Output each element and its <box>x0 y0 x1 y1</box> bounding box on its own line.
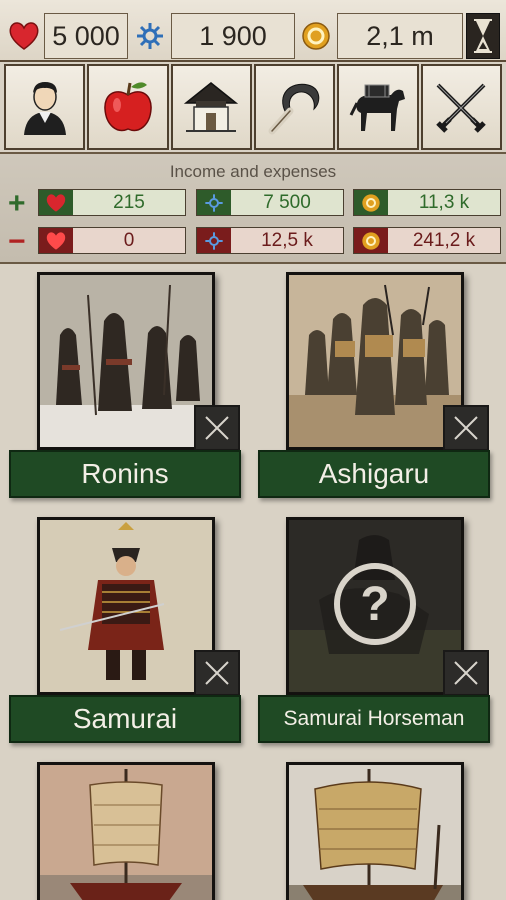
income-crest: 7 500 <box>196 189 344 216</box>
resource-bar: 5 000 1 900 2,1 m <box>0 0 506 62</box>
plus-icon: + <box>8 187 26 220</box>
farming-menu-button[interactable] <box>253 64 336 150</box>
unit-button-samurai-horseman[interactable]: Samurai Horseman <box>258 695 490 743</box>
unit-portrait-samurai-horseman[interactable]: ? <box>286 517 464 695</box>
sickle-icon <box>268 83 319 135</box>
health-counter: 5 000 <box>44 13 128 59</box>
income-gold: 11,3 k <box>353 189 501 216</box>
person-icon <box>23 82 66 135</box>
unit-portrait-ship-2[interactable] <box>286 762 464 900</box>
unit-button-samurai[interactable]: Samurai <box>9 695 241 743</box>
house-icon <box>184 82 239 132</box>
close-icon <box>454 416 478 440</box>
unit-portrait-ashigaru[interactable] <box>286 272 464 450</box>
crossed-swords-icon <box>436 83 487 133</box>
food-menu-button[interactable] <box>87 64 169 150</box>
heart-icon <box>39 228 73 253</box>
crest-icon <box>197 190 231 215</box>
close-icon <box>205 416 229 440</box>
crest-icon <box>197 228 231 253</box>
gold-coin-icon <box>297 13 335 59</box>
close-icon <box>205 661 229 685</box>
apple-icon <box>104 82 152 131</box>
unit-button-ashigaru[interactable]: Ashigaru <box>258 450 490 498</box>
buildings-menu-button[interactable] <box>170 64 252 150</box>
main-menu <box>4 64 502 150</box>
dismiss-samurai-button[interactable] <box>194 650 240 696</box>
expense-gold: 241,2 k <box>353 227 501 254</box>
income-title: Income and expenses <box>169 162 337 181</box>
minus-icon: − <box>8 225 26 258</box>
income-health-value: 215 <box>73 190 185 215</box>
income-gold-value: 11,3 k <box>388 190 500 215</box>
unit-portrait-samurai[interactable] <box>37 517 215 695</box>
expense-gold-value: 241,2 k <box>388 228 500 253</box>
expense-health-value: 0 <box>73 228 185 253</box>
income-health: 215 <box>38 189 186 216</box>
unit-portrait-ronins[interactable] <box>37 272 215 450</box>
income-expenses-panel: Income and expenses + 215 7 500 11,3 k −… <box>0 152 506 264</box>
crest-counter: 1 900 <box>171 13 295 59</box>
dismiss-ashigaru-button[interactable] <box>443 405 489 451</box>
trade-menu-button[interactable] <box>337 64 419 150</box>
army-menu-button[interactable] <box>420 64 502 150</box>
svg-text:?: ? <box>360 578 389 631</box>
expense-crest-value: 12,5 k <box>231 228 343 253</box>
dismiss-ronins-button[interactable] <box>194 405 240 451</box>
expense-crest: 12,5 k <box>196 227 344 254</box>
gold-counter: 2,1 m <box>337 13 463 59</box>
income-crest-value: 7 500 <box>231 190 343 215</box>
heart-icon <box>6 13 42 59</box>
unit-portrait-ship-1[interactable] <box>37 762 215 900</box>
close-icon <box>454 661 478 685</box>
gold-coin-icon <box>354 228 388 253</box>
dismiss-samurai-horseman-button[interactable] <box>443 650 489 696</box>
unit-button-ronins[interactable]: Ronins <box>9 450 241 498</box>
expense-health: 0 <box>38 227 186 254</box>
pack-horse-icon <box>349 84 405 131</box>
gold-coin-icon <box>354 190 388 215</box>
advisor-menu-button[interactable] <box>4 64 86 150</box>
heart-icon <box>39 190 73 215</box>
crest-icon <box>131 13 169 59</box>
hourglass-icon[interactable] <box>466 13 500 59</box>
